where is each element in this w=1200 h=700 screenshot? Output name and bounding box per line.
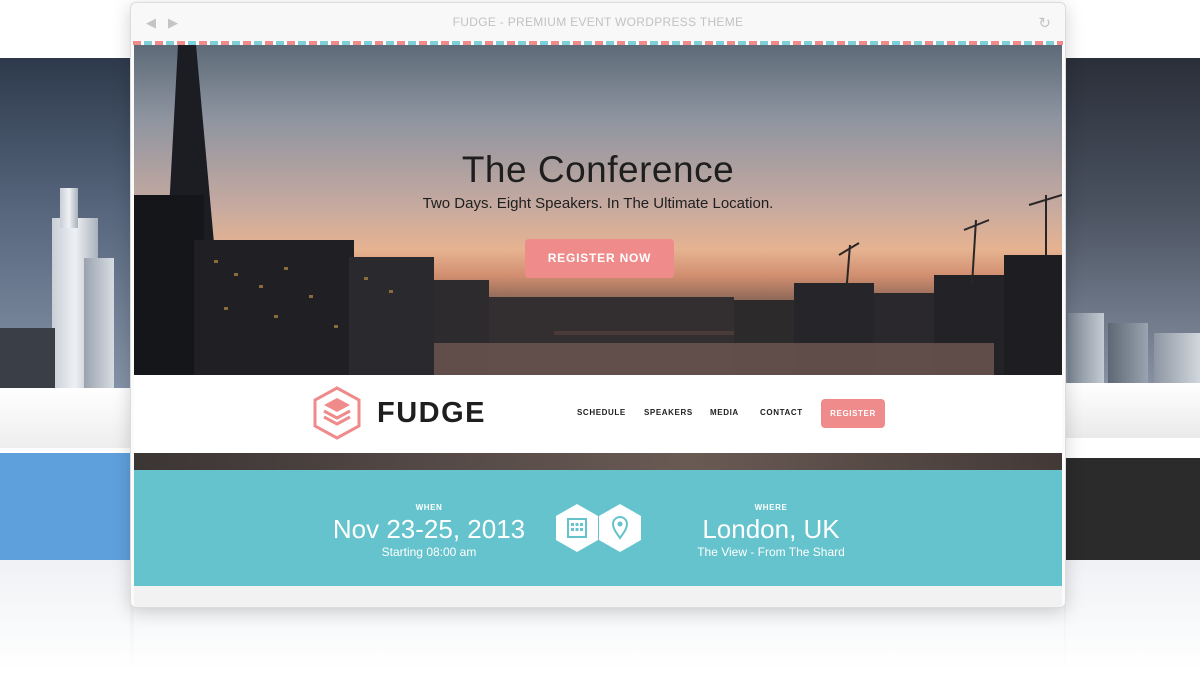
window-title: FUDGE - PREMIUM EVENT WORDPRESS THEME xyxy=(452,15,744,29)
stacked-hexagon-logo-icon[interactable] xyxy=(312,386,362,440)
nav-schedule[interactable]: SCHEDULE xyxy=(577,408,626,417)
where-venue: The View - From The Shard xyxy=(697,545,845,559)
when-label: WHEN xyxy=(415,503,443,512)
image-strip xyxy=(134,453,1062,470)
register-now-button[interactable]: REGISTER NOW xyxy=(525,239,674,278)
when-time: Starting 08:00 am xyxy=(381,545,477,559)
brand-name[interactable]: FUDGE xyxy=(377,397,486,430)
refresh-icon[interactable]: ↻ xyxy=(1038,14,1051,32)
hero-title: The Conference xyxy=(461,149,735,190)
browser-titlebar: ◀ ▶ FUDGE - PREMIUM EVENT WORDPRESS THEM… xyxy=(131,3,1065,43)
browser-window: ◀ ▶ FUDGE - PREMIUM EVENT WORDPRESS THEM… xyxy=(130,2,1066,608)
hero-subtitle: Two Days. Eight Speakers. In The Ultimat… xyxy=(422,195,774,212)
event-info-band: WHEN Nov 23-25, 2013 Starting 08:00 am W… xyxy=(134,470,1062,586)
reflection-left xyxy=(0,560,134,670)
page-bottom xyxy=(134,586,1062,607)
nav-contact[interactable]: CONTACT xyxy=(760,408,803,417)
register-button[interactable]: REGISTER xyxy=(821,399,885,428)
location-pin-icon xyxy=(599,504,641,552)
site-header: FUDGE SCHEDULE SPEAKERS MEDIA CONTACT RE… xyxy=(134,375,1062,453)
where-city: London, UK xyxy=(702,514,840,544)
calendar-icon xyxy=(556,504,598,552)
background-preview-right xyxy=(1064,58,1200,560)
where-label: WHERE xyxy=(754,503,788,512)
reflection-right xyxy=(1064,560,1200,670)
hero-section: The Conference Two Days. Eight Speakers.… xyxy=(134,45,1062,375)
nav-media[interactable]: MEDIA xyxy=(710,408,739,417)
when-date: Nov 23-25, 2013 xyxy=(332,514,526,544)
background-preview-left xyxy=(0,58,134,560)
nav-speakers[interactable]: SPEAKERS xyxy=(644,408,693,417)
